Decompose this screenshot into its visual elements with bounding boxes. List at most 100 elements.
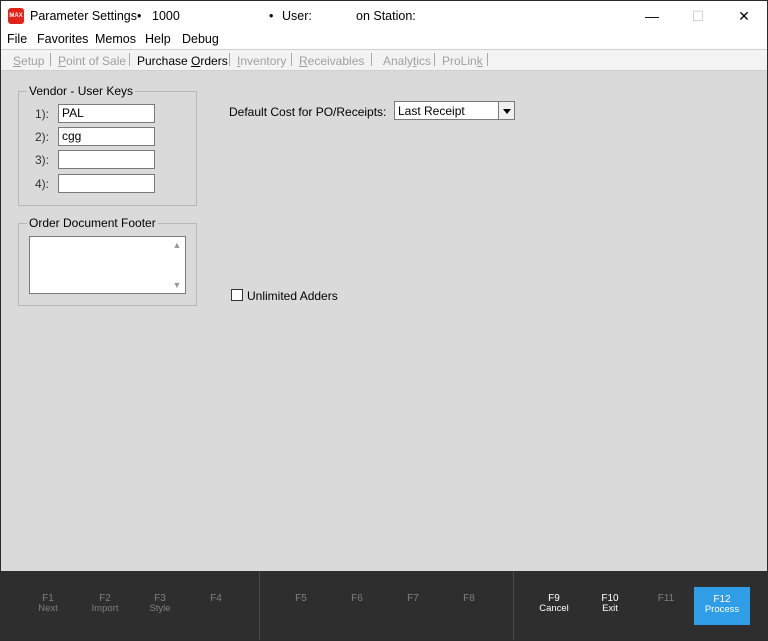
title-bar[interactable]: MAX Parameter Settings • 1000 • User: on… xyxy=(1,1,767,31)
station-label: on Station: xyxy=(356,9,416,23)
tab-label: etup xyxy=(21,54,45,68)
vendor-user-keys-title: Vendor - User Keys xyxy=(27,84,136,98)
tab-separator xyxy=(229,53,230,66)
store-number: 1000 xyxy=(152,9,180,23)
menu-bar: File Favorites Memos Help Debug xyxy=(1,31,767,49)
fkey-divider xyxy=(513,571,514,640)
fkey-name: F6 xyxy=(351,593,363,604)
menu-favorites[interactable]: Favorites xyxy=(37,32,88,46)
scroll-down-icon[interactable]: ▼ xyxy=(169,277,185,293)
function-key-bar: F1 Next F2 Import F3 Style F4 F5 F6 F7 F8 F… xyxy=(1,571,767,640)
user-key-4-input[interactable] xyxy=(58,174,155,193)
menu-debug[interactable]: Debug xyxy=(182,32,219,46)
user-key-3-label: 3): xyxy=(35,153,50,167)
fkey-name: F1 xyxy=(42,593,54,604)
f1-next-button[interactable]: F1 Next xyxy=(20,587,76,627)
tab-hotkey: P xyxy=(58,54,67,68)
menu-memos[interactable]: Memos xyxy=(95,32,136,46)
fkey-name: F2 xyxy=(99,593,111,604)
tab-separator xyxy=(371,53,372,66)
fkey-action: Process xyxy=(704,604,740,615)
f2-import-button[interactable]: F2 Import xyxy=(77,587,133,627)
window-title: Parameter Settings xyxy=(30,9,137,23)
tab-label: ProLin xyxy=(442,54,477,68)
tab-bar: Setup Point of Sale Purchase Orders Inve… xyxy=(1,49,767,71)
tab-hotkey: R xyxy=(299,54,308,68)
fkey-divider xyxy=(259,571,260,640)
tab-hotkey: O xyxy=(191,54,201,68)
chevron-down-icon[interactable] xyxy=(498,102,514,119)
f4-button[interactable]: F4 xyxy=(188,587,244,627)
fkey-name: F7 xyxy=(407,593,419,604)
tab-analytics[interactable]: Analytics xyxy=(383,54,431,68)
fkey-action: Exit xyxy=(602,603,618,614)
tab-purchase-orders[interactable]: Purchase Orders xyxy=(137,54,228,68)
fkey-name: F9 xyxy=(548,593,560,604)
fkey-name: F8 xyxy=(463,593,475,604)
user-key-3-input[interactable] xyxy=(58,150,155,169)
tab-hotkey: k xyxy=(476,54,483,68)
tab-label: eceivables xyxy=(307,54,365,68)
menu-help[interactable]: Help xyxy=(145,32,171,46)
footer-scrollbar[interactable]: ▲ ▼ xyxy=(169,237,185,293)
tab-separator xyxy=(487,53,488,66)
tab-receivables[interactable]: Receivables xyxy=(299,54,364,68)
unlimited-adders-label[interactable]: Unlimited Adders xyxy=(247,289,338,303)
max-app-icon: MAX xyxy=(8,8,24,24)
fkey-name: F10 xyxy=(601,593,619,604)
unlimited-adders-checkbox[interactable] xyxy=(231,289,243,301)
tab-prolink[interactable]: ProLink xyxy=(442,54,483,68)
minimize-button[interactable]: — xyxy=(629,1,675,31)
fkey-name: F5 xyxy=(295,593,307,604)
user-label: User: xyxy=(282,9,312,23)
default-cost-label: Default Cost for PO/Receipts: xyxy=(229,105,387,119)
f3-style-button[interactable]: F3 Style xyxy=(132,587,188,627)
f10-exit-button[interactable]: F10 Exit xyxy=(582,587,638,627)
fkey-action: Style xyxy=(149,603,171,614)
title-bullet: • xyxy=(137,9,142,23)
fkey-action: Cancel xyxy=(539,603,569,614)
user-key-2-input[interactable]: cgg xyxy=(58,127,155,146)
scroll-up-icon[interactable]: ▲ xyxy=(169,237,185,253)
fkey-name: F3 xyxy=(154,593,166,604)
fkey-name: F11 xyxy=(657,593,675,604)
f5-button[interactable]: F5 xyxy=(273,587,329,627)
tab-separator xyxy=(129,53,130,66)
user-key-1-label: 1): xyxy=(35,107,50,121)
user-key-2-label: 2): xyxy=(35,130,50,144)
vendor-user-keys-group: Vendor - User Keys 1): PAL 2): cgg 3): 4… xyxy=(18,84,197,206)
order-document-footer-group: Order Document Footer ▲ ▼ xyxy=(18,216,197,306)
f8-button[interactable]: F8 xyxy=(441,587,497,627)
user-key-1-input[interactable]: PAL xyxy=(58,104,155,123)
title-bullet: • xyxy=(269,9,274,23)
tab-label: Purchase xyxy=(137,54,192,68)
fkey-action: Import xyxy=(91,603,119,614)
tab-hotkey: S xyxy=(13,54,22,68)
f7-button[interactable]: F7 xyxy=(385,587,441,627)
user-key-4-label: 4): xyxy=(35,177,50,191)
tab-label: Analy xyxy=(383,54,414,68)
tab-setup[interactable]: Setup xyxy=(13,54,44,68)
f9-cancel-button[interactable]: F9 Cancel xyxy=(526,587,582,627)
fkey-action: Next xyxy=(38,603,58,614)
close-button[interactable]: ✕ xyxy=(721,1,767,31)
parameter-settings-window: MAX Parameter Settings • 1000 • User: on… xyxy=(0,0,768,641)
tab-inventory[interactable]: Inventory xyxy=(237,54,286,68)
f6-button[interactable]: F6 xyxy=(329,587,385,627)
order-footer-textarea[interactable]: ▲ ▼ xyxy=(29,236,186,294)
fkey-name: F4 xyxy=(210,593,222,604)
tab-separator xyxy=(291,53,292,66)
tab-separator xyxy=(434,53,435,66)
tab-label: ics xyxy=(416,54,432,68)
default-cost-dropdown[interactable]: Last Receipt xyxy=(394,101,515,120)
tab-label: nventory xyxy=(240,54,287,68)
f12-process-button[interactable]: F12 Process xyxy=(694,587,750,625)
f11-button[interactable]: F11 xyxy=(638,587,694,627)
tab-label: rders xyxy=(200,54,228,68)
tab-point-of-sale[interactable]: Point of Sale xyxy=(58,54,126,68)
maximize-button[interactable]: ☐ xyxy=(675,1,721,31)
order-document-footer-title: Order Document Footer xyxy=(27,216,158,230)
menu-file[interactable]: File xyxy=(7,32,27,46)
tab-label: oint of Sale xyxy=(66,54,127,68)
tab-separator xyxy=(50,53,51,66)
